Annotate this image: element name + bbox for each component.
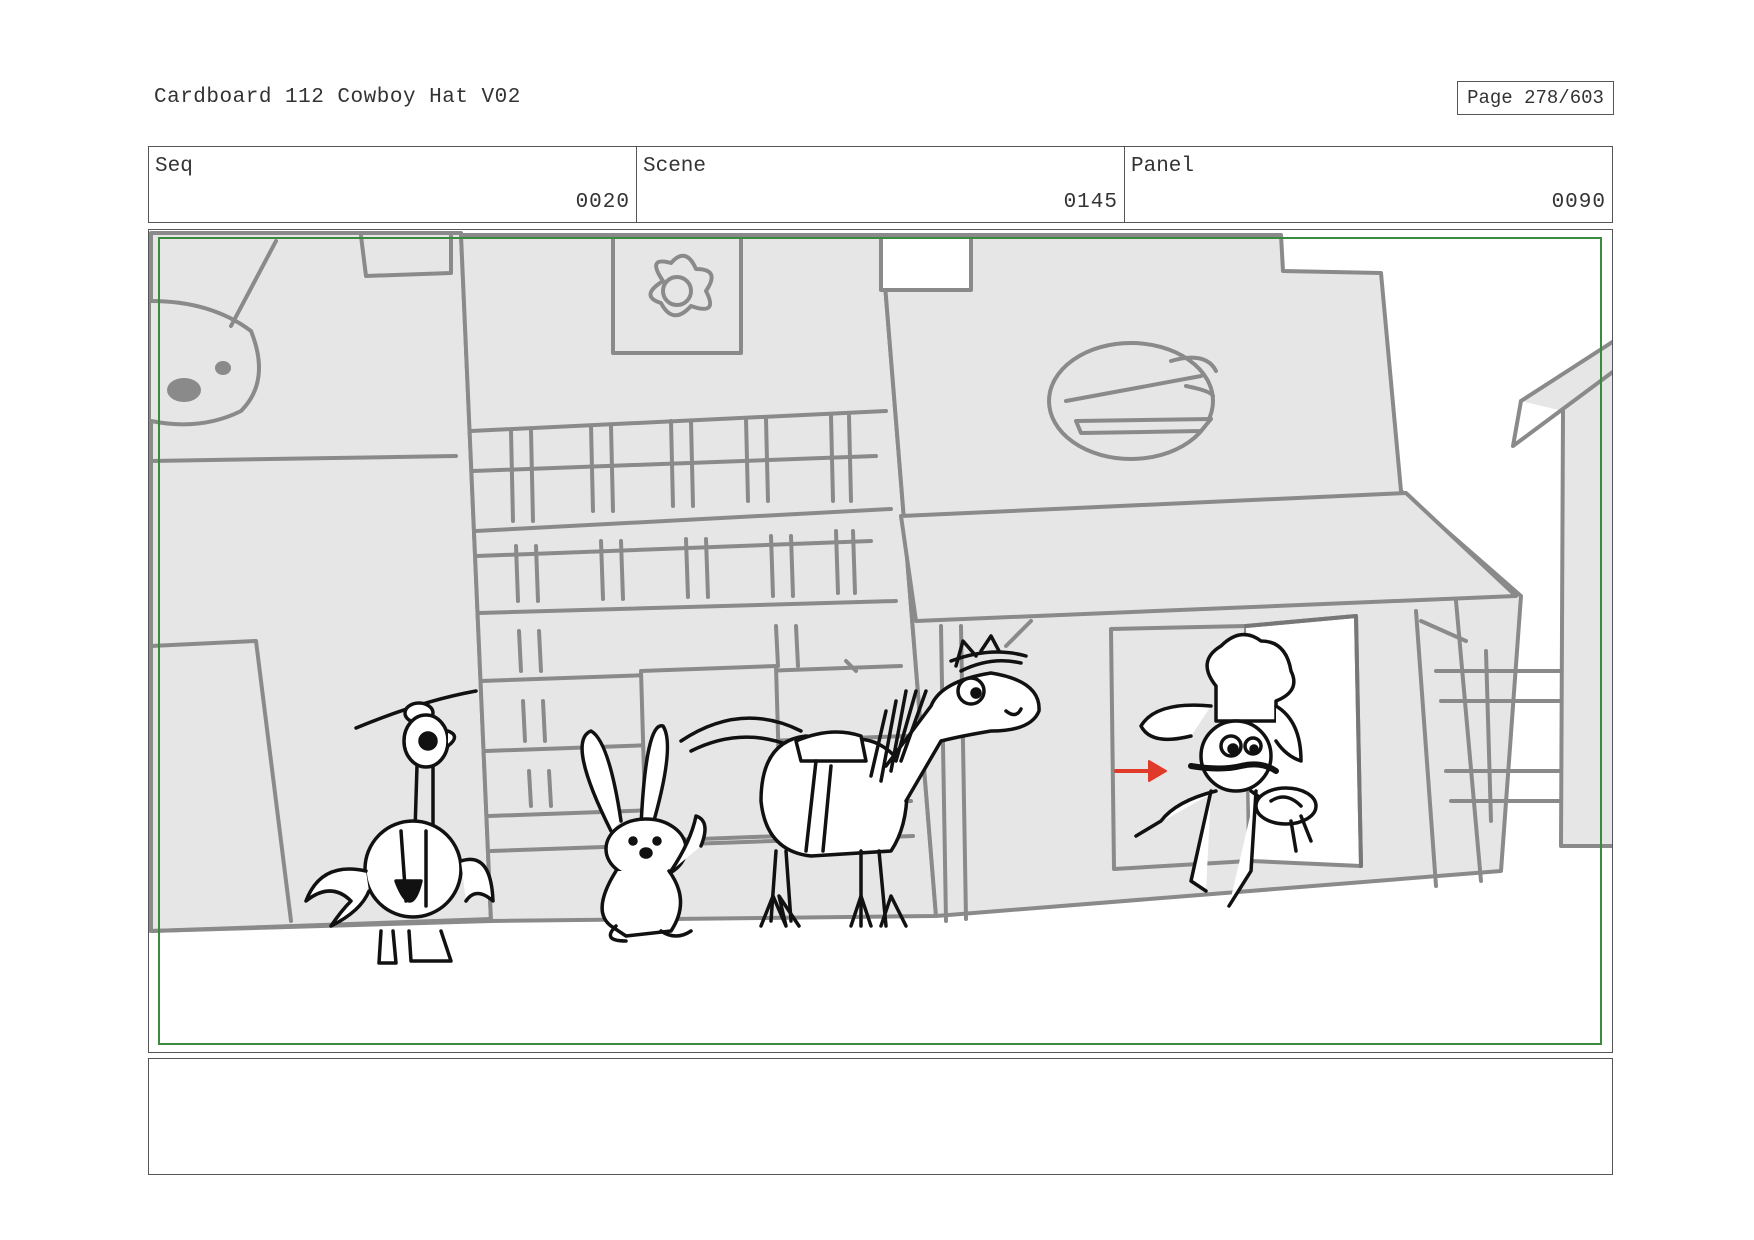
- seq-cell: Seq 0020: [149, 147, 637, 222]
- notes-box: [148, 1058, 1613, 1175]
- info-table: Seq 0020 Scene 0145 Panel 0090: [148, 146, 1613, 223]
- scene-value: 0145: [1063, 191, 1118, 214]
- awning: [899, 491, 1518, 623]
- panel-value: 0090: [1551, 191, 1606, 214]
- flower-sign: [611, 233, 743, 355]
- panel-label: Panel: [1131, 155, 1195, 178]
- page-number-box: Page 278/603: [1457, 81, 1614, 115]
- storyboard-frame: [148, 229, 1613, 1053]
- panel-cell: Panel 0090: [1125, 147, 1612, 222]
- scene-cell: Scene 0145: [637, 147, 1125, 222]
- seq-value: 0020: [575, 191, 630, 214]
- document-title: Cardboard 112 Cowboy Hat V02: [154, 86, 521, 109]
- seq-label: Seq: [155, 155, 193, 178]
- scene-label: Scene: [643, 155, 707, 178]
- storyboard-sketch: [149, 231, 1612, 965]
